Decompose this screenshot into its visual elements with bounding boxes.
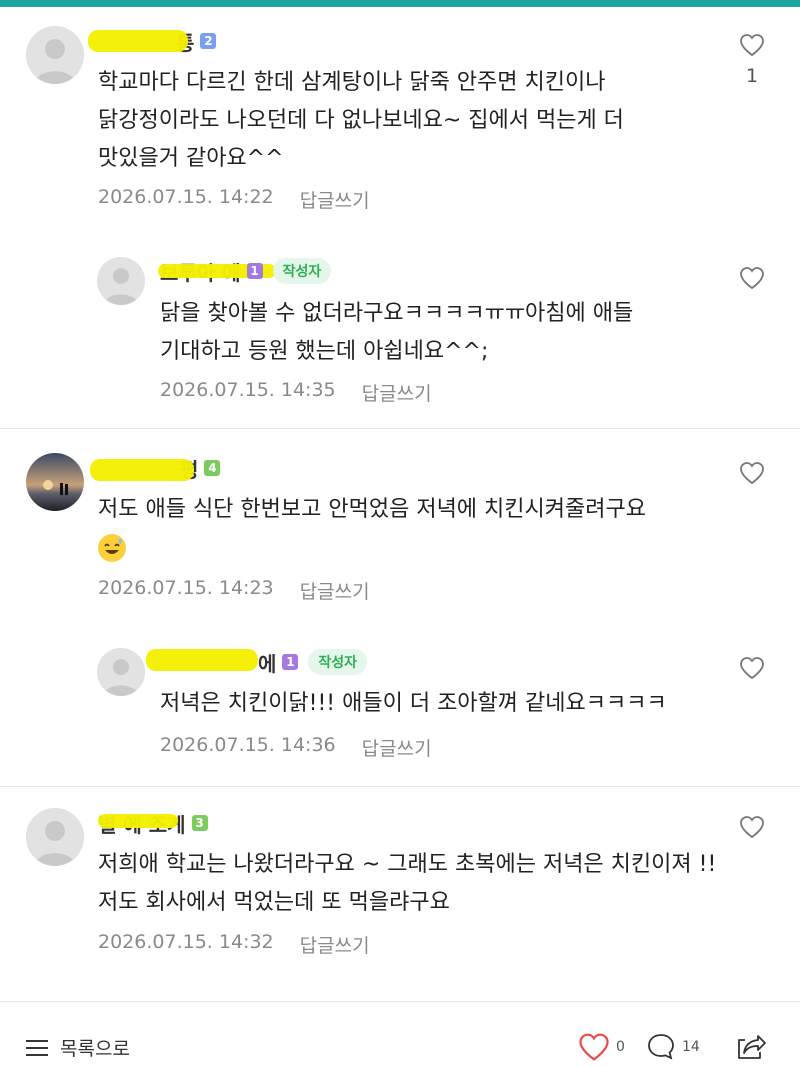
comment-author[interactable]: 보루아 에 1 작성자 [158, 258, 332, 285]
heart-icon [740, 34, 764, 57]
heart-icon [740, 462, 764, 485]
comment-text: 학교마다 다르긴 한데 삼계탕이나 닭죽 안주면 치킨이나 닭강정이라도 나오던… [98, 70, 624, 171]
name-redaction [90, 459, 194, 481]
comment-author[interactable]: 에 1 작성자 [146, 649, 368, 676]
avatar[interactable] [26, 808, 84, 866]
heart-icon [740, 267, 764, 290]
level-badge: 1 [282, 654, 299, 670]
comment-meta: 2026.07.15. 14:23 답글쓰기 [98, 577, 370, 604]
reply-button[interactable]: 답글쓰기 [300, 186, 370, 213]
like-button[interactable] [738, 461, 766, 485]
divider [0, 786, 800, 787]
avatar-placeholder-icon [26, 808, 84, 866]
comment-text: 저녁은 치킨이닭!!! 애들이 더 조아할껴 같네요ㅋㅋㅋㅋ [160, 691, 667, 716]
avatar[interactable] [26, 26, 84, 84]
heart-icon [740, 816, 764, 839]
avatar-placeholder-icon [26, 26, 84, 84]
share-icon [738, 1035, 766, 1059]
sunset-avatar-icon [26, 453, 84, 511]
comment-author[interactable]: 통 2 [88, 28, 217, 55]
menu-icon [26, 1039, 48, 1056]
divider [0, 428, 800, 429]
post-like-button[interactable]: 0 [578, 1032, 625, 1062]
comment-date: 2026.07.15. 14:22 [98, 186, 274, 208]
comment-date: 2026.07.15. 14:23 [98, 577, 274, 599]
like-button[interactable] [738, 656, 766, 680]
comment-author[interactable]: 별 에 조게 3 [98, 810, 208, 837]
back-to-list-label: 목록으로 [60, 1038, 130, 1060]
level-badge: 4 [204, 460, 221, 476]
name-redaction [146, 649, 258, 671]
heart-icon [740, 657, 764, 680]
post-comment-button[interactable]: 14 [646, 1032, 700, 1062]
comment-author[interactable]: 평 4 [90, 455, 221, 482]
avatar[interactable] [97, 648, 145, 696]
reply-button[interactable]: 답글쓰기 [300, 577, 370, 604]
author-name: 에 [258, 651, 277, 676]
comment-date: 2026.07.15. 14:36 [160, 734, 336, 756]
reply-button[interactable]: 답글쓰기 [300, 931, 370, 958]
like-button[interactable] [738, 815, 766, 839]
comment-meta: 2026.07.15. 14:22 답글쓰기 [98, 186, 370, 213]
name-redaction [88, 30, 188, 52]
author-badge: 작성자 [272, 258, 332, 284]
reply-button[interactable]: 답글쓰기 [362, 734, 432, 761]
heart-icon [579, 1033, 609, 1061]
comment-text: 닭을 찾아볼 수 없더라구요ㅋㅋㅋㅋㅠㅠ아침에 애들 기대하고 등원 했는데 아… [160, 301, 634, 364]
like-count: 1 [745, 65, 759, 87]
comment-meta: 2026.07.15. 14:32 답글쓰기 [98, 931, 370, 958]
comment-meta: 2026.07.15. 14:35 답글쓰기 [160, 379, 432, 406]
name-redaction [98, 814, 178, 828]
avatar[interactable] [97, 257, 145, 305]
comment-icon [648, 1034, 674, 1060]
level-badge: 2 [200, 33, 217, 49]
comment-meta: 2026.07.15. 14:36 답글쓰기 [160, 734, 432, 761]
comment-text: 저도 애들 식단 한번보고 안먹었음 저녁에 치킨시켜줄려구요 [98, 491, 718, 567]
reply-button[interactable]: 답글쓰기 [362, 379, 432, 406]
top-accent-bar [0, 0, 800, 7]
like-button[interactable]: 1 [738, 33, 766, 87]
post-comment-count: 14 [682, 1039, 700, 1055]
like-button[interactable] [738, 266, 766, 290]
comment-text-content: 저도 애들 식단 한번보고 안먹었음 저녁에 치킨시켜줄려구요 [98, 497, 646, 522]
avatar-placeholder-icon [97, 648, 145, 696]
share-button[interactable] [736, 1032, 768, 1062]
avatar[interactable] [26, 453, 84, 511]
avatar-placeholder-icon [97, 257, 145, 305]
comment-text: 저희애 학교는 나왔더라구요 ~ 그래도 초복에는 저녁은 치킨이져 !! 저도… [98, 852, 717, 915]
author-badge: 작성자 [308, 649, 368, 675]
post-like-count: 0 [616, 1039, 625, 1055]
back-to-list-button[interactable]: 목록으로 [26, 1034, 130, 1061]
level-badge: 3 [191, 815, 208, 831]
bottom-action-bar: 목록으로 0 14 [0, 1001, 800, 1066]
level-badge: 1 [246, 263, 263, 279]
comment-date: 2026.07.15. 14:32 [98, 931, 274, 953]
sweat-smile-emoji-icon [98, 534, 126, 562]
comment-date: 2026.07.15. 14:35 [160, 379, 336, 401]
